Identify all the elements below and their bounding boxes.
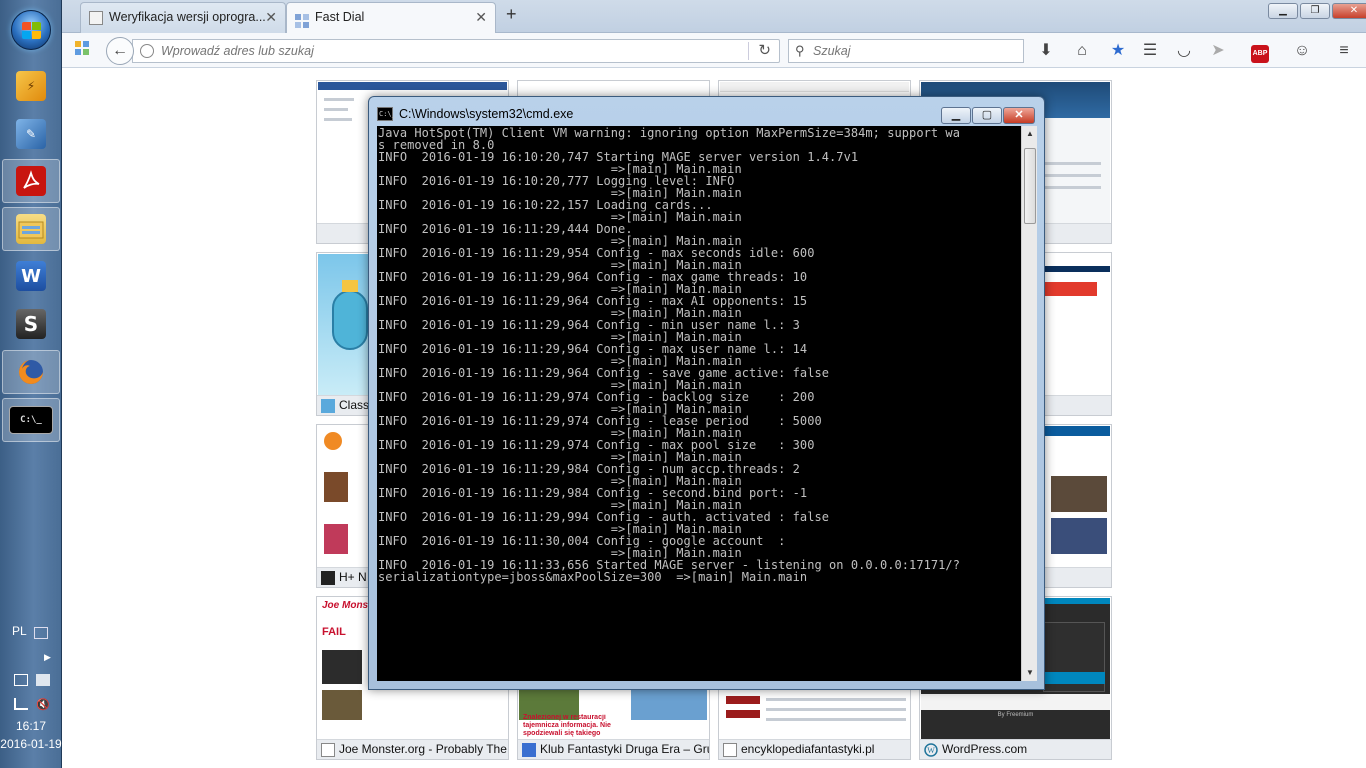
taskbar-app-acrobat[interactable] xyxy=(2,159,60,203)
folder-icon xyxy=(16,214,46,244)
action-center-icon[interactable] xyxy=(14,674,28,686)
minimize-button[interactable]: ▁ xyxy=(1268,3,1298,19)
fast-dial-icon xyxy=(295,10,309,28)
search-icon: ⚲ xyxy=(795,43,805,58)
bookmarks-list-icon[interactable]: ☰ xyxy=(1140,41,1160,61)
cmd-close-button[interactable]: ✕ xyxy=(1003,107,1035,124)
cmd-window-title: C:\Windows\system32\cmd.exe xyxy=(399,107,574,121)
menu-icon[interactable]: ≡ xyxy=(1334,41,1354,61)
paint-tools-icon: ✎ xyxy=(16,119,46,149)
dial-tile-label: W WordPress.com xyxy=(920,739,1111,759)
cmd-maximize-button[interactable]: ▢ xyxy=(972,107,1002,124)
close-tab-icon[interactable]: ✕ xyxy=(265,3,277,32)
cmd-minimize-button[interactable]: ▁ xyxy=(941,107,971,124)
cmd-icon: C:\_ xyxy=(9,406,53,434)
console-output[interactable]: Java HotSpot(TM) Client VM warning: igno… xyxy=(377,126,1021,681)
taskbar-app-firefox[interactable] xyxy=(2,350,60,394)
safely-remove-icon[interactable] xyxy=(36,674,50,686)
news-snippet: Znalezionej w restauracji tajemnicza inf… xyxy=(523,714,611,737)
cmd-window: C:\_ C:\Windows\system32\cmd.exe ▁ ▢ ✕ J… xyxy=(368,96,1045,690)
address-bar[interactable]: ↻ xyxy=(132,39,780,63)
start-button[interactable] xyxy=(11,10,51,50)
pocket-icon[interactable]: ◡ xyxy=(1174,41,1194,61)
language-indicator[interactable]: PL xyxy=(0,624,62,638)
bookmark-star-icon[interactable]: ★ xyxy=(1108,41,1128,61)
adblock-plus-icon[interactable]: ABP xyxy=(1246,41,1274,63)
navigation-toolbar: ↻ ← ⚲ ⬇ ⌂ ★ ☰ ◡ ➤ ABP ☺ ≡ xyxy=(62,33,1366,68)
scrivener-icon: S xyxy=(16,309,46,339)
keyboard-icon[interactable] xyxy=(34,627,48,639)
tab-verification[interactable]: Weryfikacja wersji oprogra... ✕ xyxy=(80,2,286,33)
console-line: serializationtype=jboss&maxPoolSize=300 … xyxy=(378,570,808,584)
cmd-window-icon[interactable]: C:\_ xyxy=(377,107,396,121)
word-icon: W xyxy=(16,261,46,291)
restore-button[interactable]: ❐ xyxy=(1300,3,1330,19)
console-text: Java HotSpot(TM) Client VM warning: igno… xyxy=(378,127,960,583)
taskbar-app-explorer[interactable] xyxy=(2,207,60,251)
lightning-app-icon: ⚡ xyxy=(16,71,46,101)
reload-icon[interactable]: ↻ xyxy=(758,41,771,59)
new-tab-button[interactable]: + xyxy=(506,4,517,25)
acrobat-icon xyxy=(16,166,46,196)
clock-time[interactable]: 16:17 xyxy=(0,719,62,733)
windows-logo-icon xyxy=(22,22,42,40)
address-input[interactable] xyxy=(161,44,701,58)
dial-tile-label: Joe Monster.org - Probably The xyxy=(317,739,508,759)
clock-date[interactable]: 2016-01-19 xyxy=(0,737,62,751)
taskbar-app-word[interactable]: W xyxy=(2,254,60,298)
scroll-down-arrow-icon[interactable]: ▼ xyxy=(1022,665,1038,681)
network-icon[interactable] xyxy=(14,698,28,710)
home-icon[interactable]: ⌂ xyxy=(1072,41,1092,61)
globe-icon xyxy=(140,44,154,58)
close-window-button[interactable]: ✕ xyxy=(1332,3,1366,19)
close-tab-icon[interactable]: ✕ xyxy=(475,3,487,32)
svg-text:W: W xyxy=(927,746,935,755)
tab-label: Weryfikacja wersji oprogra... xyxy=(109,10,266,24)
tab-bar: Weryfikacja wersji oprogra... ✕ Fast Dia… xyxy=(62,0,1366,34)
send-icon[interactable]: ➤ xyxy=(1208,41,1228,61)
fast-dial-grid-icon[interactable] xyxy=(72,41,92,61)
fail-text: FAIL xyxy=(322,626,346,638)
scroll-up-arrow-icon[interactable]: ▲ xyxy=(1022,126,1038,142)
show-hidden-icons-icon[interactable]: ▶ xyxy=(44,652,58,664)
taskbar-app-scrivener[interactable]: S xyxy=(2,302,60,346)
dial-tile-label: encyklopediafantastyki.pl xyxy=(719,739,910,759)
cmd-scrollbar[interactable]: ▲ ▼ xyxy=(1021,126,1037,681)
taskbar-app-tool[interactable]: ⚡ xyxy=(2,64,60,108)
tab-fast-dial[interactable]: Fast Dial ✕ xyxy=(286,2,496,34)
tab-label: Fast Dial xyxy=(315,10,365,24)
firefox-icon xyxy=(16,357,46,387)
wordpress-footer-text: By Freemium xyxy=(921,710,1110,720)
dial-tile-label: Klub Fantastyki Druga Era – Gru xyxy=(518,739,709,759)
smiley-feedback-icon[interactable]: ☺ xyxy=(1292,41,1312,61)
taskbar-app-settings[interactable]: ✎ xyxy=(2,112,60,156)
taskbar-app-cmd[interactable]: C:\_ xyxy=(2,398,60,442)
document-icon xyxy=(89,11,103,25)
scroll-thumb[interactable] xyxy=(1024,148,1036,224)
search-input[interactable] xyxy=(813,44,1013,58)
wordpress-icon: W xyxy=(924,743,938,757)
search-bar[interactable]: ⚲ xyxy=(788,39,1024,63)
back-button[interactable]: ← xyxy=(106,37,134,65)
taskbar: ⚡ ✎ W S C:\_ PL ▶ 🔇 16:17 2016-01-19 xyxy=(0,0,62,768)
volume-muted-icon[interactable]: 🔇 xyxy=(36,698,50,711)
downloads-icon[interactable]: ⬇ xyxy=(1036,41,1056,61)
